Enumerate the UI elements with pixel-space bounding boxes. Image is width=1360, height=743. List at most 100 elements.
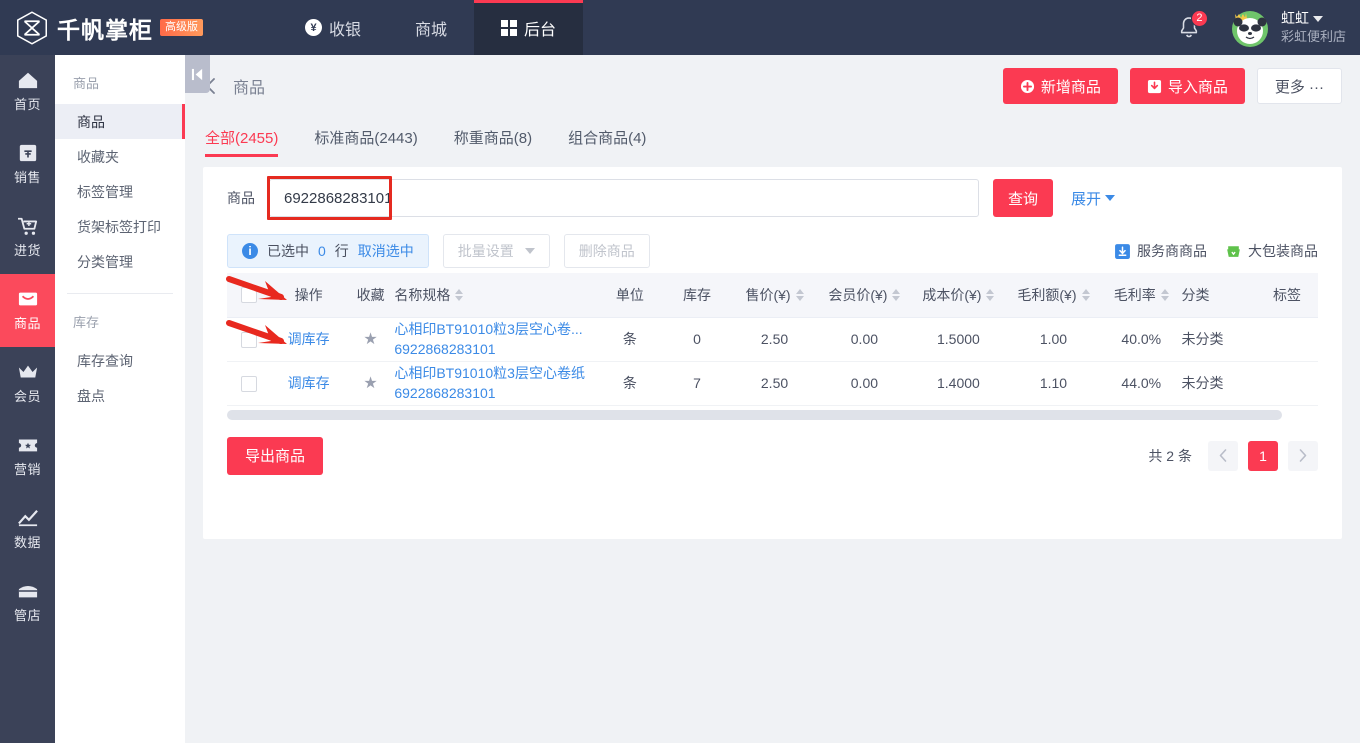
top-bar-right: 2 虹虹 [1178, 6, 1360, 50]
notification-badge: 2 [1191, 10, 1208, 27]
sort-toggle[interactable] [892, 289, 900, 301]
purchase-icon [17, 216, 39, 236]
row-checkbox[interactable] [241, 332, 257, 348]
sidebar-collapse-button[interactable] [185, 55, 210, 93]
user-menu[interactable]: 虹虹 彩虹便利店 [1281, 9, 1346, 45]
subnav-label: 货架标签打印 [77, 217, 161, 237]
table-row[interactable]: 调库存 ★ 心相印BT91010粒3层空心卷纸 6922868283101 条 … [227, 361, 1318, 405]
sort-toggle[interactable] [986, 289, 994, 301]
top-nav: ¥ 收银 商城 后台 [278, 0, 583, 55]
coin-icon: ¥ [305, 19, 322, 36]
brand-logo-icon [14, 10, 50, 46]
cancel-selection-link[interactable]: 取消选中 [358, 241, 414, 261]
import-goods-button[interactable]: 导入商品 [1130, 68, 1245, 104]
expand-filters-link[interactable]: 展开 [1071, 188, 1115, 209]
sidebar-item-data[interactable]: 数据 [0, 493, 55, 566]
sort-toggle[interactable] [1161, 289, 1169, 301]
sidebar-item-store[interactable]: 管店 [0, 566, 55, 639]
sidebar-item-sales[interactable]: 销售 [0, 128, 55, 201]
sidebar-item-member[interactable]: 会员 [0, 347, 55, 420]
chevron-right-icon [1299, 449, 1307, 462]
th-price: 售价(¥) [731, 273, 818, 317]
goods-table: 操作 收藏 名称规格 单位 库存 售价(¥) 会员价(¥) 成本价(¥) 毛利额… [227, 273, 1318, 406]
sidebar-item-home[interactable]: 首页 [0, 55, 55, 128]
member-icon [17, 362, 39, 382]
button-label: 批量设置 [458, 241, 514, 261]
more-button[interactable]: 更多 ··· [1257, 68, 1342, 104]
user-name-row[interactable]: 虹虹 [1281, 9, 1346, 28]
next-page-button[interactable] [1288, 441, 1318, 471]
cell-checkbox [227, 361, 270, 405]
sort-toggle[interactable] [796, 289, 804, 301]
tab-combo-goods[interactable]: 组合商品(4) [568, 127, 646, 157]
sidebar-label: 会员 [14, 386, 41, 405]
row-checkbox[interactable] [241, 376, 257, 392]
subnav-item-category-management[interactable]: 分类管理 [55, 244, 185, 279]
add-goods-button[interactable]: 新增商品 [1003, 68, 1118, 104]
sidebar-label: 销售 [14, 167, 41, 186]
store-icon [17, 581, 39, 601]
tab-standard-goods[interactable]: 标准商品(2443) [314, 127, 417, 157]
page-number-button[interactable]: 1 [1248, 441, 1278, 471]
th-label: 会员价(¥) [828, 285, 887, 305]
tab-all[interactable]: 全部(2455) [205, 127, 278, 157]
delete-goods-button[interactable]: 删除商品 [564, 234, 650, 268]
table-body: 调库存 ★ 心相印BT91010粒3层空心卷... 6922868283101 … [227, 317, 1318, 405]
subnav-group-title-goods: 商品 [55, 55, 185, 104]
search-field-label: 商品 [227, 188, 255, 208]
avatar[interactable] [1228, 6, 1272, 50]
export-goods-button[interactable]: 导出商品 [227, 437, 323, 475]
favorite-star-icon[interactable]: ★ [363, 331, 377, 348]
adjust-stock-link[interactable]: 调库存 [288, 331, 330, 347]
th-cost-price: 成本价(¥) [911, 273, 1006, 317]
search-button[interactable]: 查询 [993, 179, 1053, 217]
top-nav-item-cashier[interactable]: ¥ 收银 [278, 0, 388, 55]
th-label: 毛利率 [1114, 285, 1156, 305]
top-nav-label: 收银 [329, 16, 361, 40]
subnav-item-tag-management[interactable]: 标签管理 [55, 174, 185, 209]
user-name: 虹虹 [1281, 9, 1309, 28]
cell-favorite: ★ [347, 317, 395, 361]
cell-unit: 条 [597, 361, 663, 405]
button-label: 查询 [1008, 188, 1038, 209]
tab-weighed-goods[interactable]: 称重商品(8) [454, 127, 532, 157]
subnav-label: 分类管理 [77, 252, 133, 272]
table-row[interactable]: 调库存 ★ 心相印BT91010粒3层空心卷... 6922868283101 … [227, 317, 1318, 361]
cell-name: 心相印BT91010粒3层空心卷纸 6922868283101 [394, 361, 596, 405]
favorite-star-icon[interactable]: ★ [363, 375, 377, 392]
product-name[interactable]: 心相印BT91010粒3层空心卷纸 [394, 363, 596, 383]
product-name[interactable]: 心相印BT91010粒3层空心卷... [394, 319, 596, 339]
sidebar-label: 营销 [14, 459, 41, 478]
legend-label: 大包装商品 [1248, 241, 1318, 261]
search-input[interactable] [270, 180, 978, 216]
button-label: 更多 ··· [1275, 76, 1324, 97]
sort-toggle[interactable] [1082, 289, 1090, 301]
sidebar-item-marketing[interactable]: 营销 [0, 420, 55, 493]
subnav-item-stock-query[interactable]: 库存查询 [55, 343, 185, 378]
top-nav-item-mall[interactable]: 商城 [388, 0, 474, 55]
horizontal-scrollbar[interactable] [227, 410, 1282, 420]
top-nav-item-backend[interactable]: 后台 [474, 0, 583, 55]
subnav-item-favorites[interactable]: 收藏夹 [55, 139, 185, 174]
subnav-item-shelf-label-print[interactable]: 货架标签打印 [55, 209, 185, 244]
sidebar-label: 管店 [14, 605, 41, 624]
subnav-item-stocktaking[interactable]: 盘点 [55, 378, 185, 413]
sidebar-item-goods[interactable]: 商品 [0, 274, 55, 347]
sidebar-item-purchase[interactable]: 进货 [0, 201, 55, 274]
import-icon [1147, 79, 1162, 94]
th-favorite: 收藏 [347, 273, 395, 317]
prev-page-button[interactable] [1208, 441, 1238, 471]
selected-prefix: 已选中 [267, 241, 309, 261]
th-label: 操作 [295, 285, 323, 305]
subnav-label: 盘点 [77, 386, 105, 406]
cell-cost-price: 1.5000 [911, 317, 1006, 361]
adjust-stock-link[interactable]: 调库存 [288, 375, 330, 391]
sidebar-label: 数据 [14, 532, 41, 551]
batch-setting-button[interactable]: 批量设置 [443, 234, 550, 268]
sort-toggle[interactable] [455, 289, 463, 301]
legend: 服务商商品 大包装商品 [1114, 241, 1318, 261]
select-all-checkbox[interactable] [241, 287, 257, 303]
subnav-item-goods[interactable]: 商品 [55, 104, 185, 139]
notification-button[interactable]: 2 [1178, 16, 1200, 40]
brand: 千帆掌柜 高级版 [0, 10, 250, 46]
